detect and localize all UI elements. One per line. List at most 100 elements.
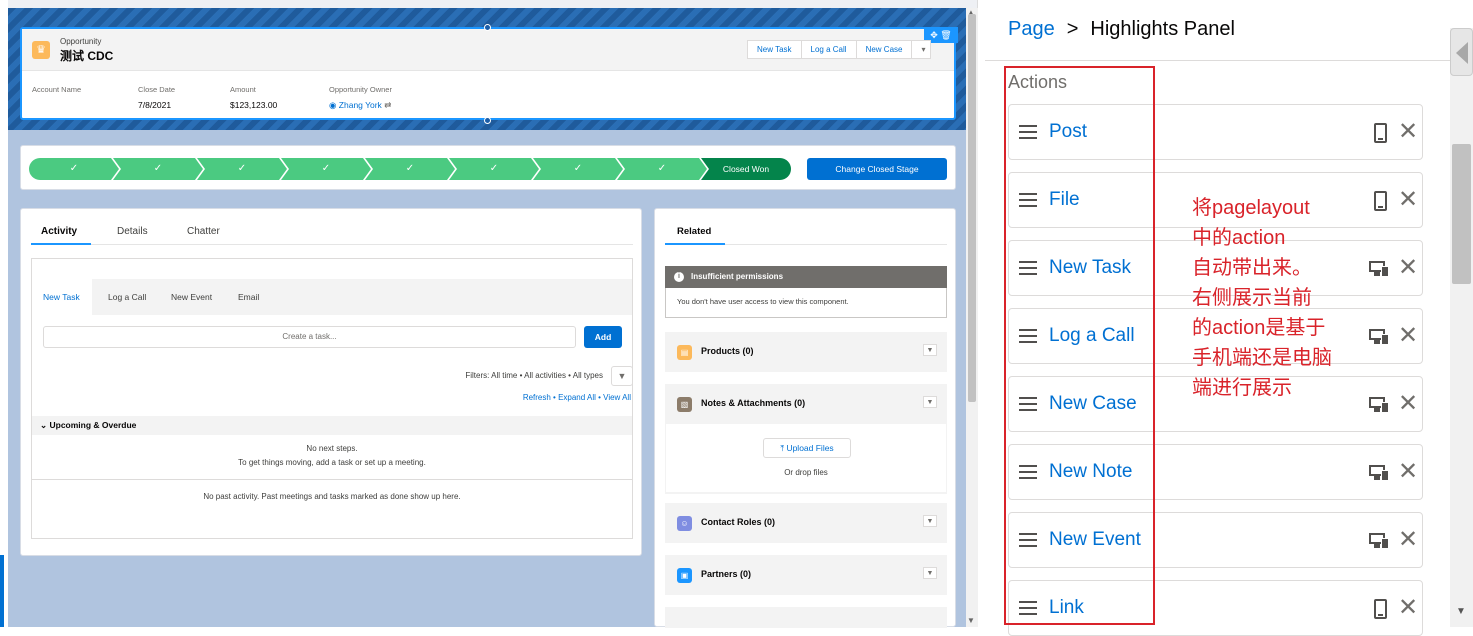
- file-drop-zone[interactable]: [666, 424, 946, 492]
- tab-related[interactable]: Related: [677, 226, 711, 237]
- subtab-email[interactable]: Email: [238, 292, 259, 302]
- info-icon: i: [674, 272, 684, 282]
- record-object-type: Opportunity: [60, 37, 102, 46]
- remove-icon[interactable]: ✕: [1398, 526, 1418, 554]
- highlights-panel-component[interactable]: ✥ 🗑 ♛ Opportunity 测试 CDC New Task Log a …: [20, 27, 958, 120]
- remove-icon[interactable]: ✕: [1398, 322, 1418, 350]
- subtab-new-event[interactable]: New Event: [171, 292, 212, 302]
- related-list-products[interactable]: ▤ Products (0) ▼: [665, 332, 947, 372]
- subtab-log-a-call[interactable]: Log a Call: [108, 292, 146, 302]
- path-step-complete[interactable]: ✓: [449, 158, 539, 180]
- change-closed-stage-button[interactable]: Change Closed Stage: [807, 158, 947, 180]
- upcoming-label: Upcoming & Overdue: [49, 420, 137, 430]
- path-step-complete[interactable]: ✓: [365, 158, 455, 180]
- log-a-call-button[interactable]: Log a Call: [801, 40, 857, 59]
- scroll-down-arrow[interactable]: ▼: [967, 616, 975, 625]
- add-task-button[interactable]: Add: [584, 326, 622, 348]
- left-strip-accent: [0, 555, 4, 627]
- remove-icon[interactable]: ✕: [1398, 118, 1418, 146]
- tab-details[interactable]: Details: [117, 226, 148, 237]
- owner-link[interactable]: ◉ Zhang York ⇄: [329, 100, 392, 111]
- desktop-and-phone-icon: [1369, 397, 1389, 413]
- products-icon: ▤: [677, 345, 692, 360]
- path-step-complete[interactable]: ✓: [281, 158, 371, 180]
- no-past-activity: No past activity. Past meetings and task…: [203, 492, 461, 501]
- partners-icon: ▣: [677, 568, 692, 583]
- more-actions-chevron-down-icon[interactable]: ▾: [912, 40, 932, 59]
- canvas-scrollbar[interactable]: ▲ ▼: [966, 8, 978, 627]
- divider: [32, 479, 632, 480]
- related-list-title: Products (0): [701, 346, 754, 356]
- related-list-title: Contact Roles (0): [701, 517, 776, 527]
- scrollbar-thumb[interactable]: [1452, 144, 1471, 284]
- insufficient-permissions-header: i Insufficient permissions: [665, 266, 947, 288]
- opportunity-crown-icon: ♛: [32, 41, 50, 59]
- breadcrumb: Page > Highlights Panel: [1008, 15, 1235, 43]
- new-case-button[interactable]: New Case: [856, 40, 913, 59]
- drop-files-hint: Or drop files: [784, 468, 828, 477]
- resize-handle-bottom[interactable]: [484, 117, 491, 124]
- desktop-and-phone-icon: [1369, 533, 1389, 549]
- contact-roles-icon: ☺: [677, 516, 692, 531]
- highlights-header: ♛ Opportunity 测试 CDC New Task Log a Call…: [22, 29, 954, 71]
- header-divider: [985, 60, 1451, 61]
- breadcrumb-page-link[interactable]: Page: [1008, 18, 1055, 40]
- path-step-complete[interactable]: ✓: [113, 158, 203, 180]
- desktop-and-phone-icon: [1369, 329, 1389, 345]
- field-close-date: Close Date 7/8/2021: [138, 85, 175, 110]
- related-list-contact-roles[interactable]: ☺ Contact Roles (0) ▼: [665, 503, 947, 543]
- subtab-new-task[interactable]: New Task: [43, 292, 80, 302]
- path-step-complete[interactable]: ✓: [29, 158, 119, 180]
- chevron-down-icon[interactable]: ▼: [923, 515, 937, 527]
- path-step-complete[interactable]: ✓: [197, 158, 287, 180]
- upload-files-button[interactable]: ⤒ Upload Files: [763, 438, 851, 458]
- desktop-and-phone-icon: [1369, 261, 1389, 277]
- field-value: $123,123.00: [230, 100, 278, 110]
- remove-icon[interactable]: ✕: [1398, 594, 1418, 622]
- related-list-partners[interactable]: ▣ Partners (0) ▼: [665, 555, 947, 595]
- phone-icon: [1374, 191, 1387, 211]
- builder-canvas: ✥ 🗑 ♛ Opportunity 测试 CDC New Task Log a …: [0, 0, 978, 628]
- left-strip: [0, 0, 8, 627]
- remove-icon[interactable]: ✕: [1398, 186, 1418, 214]
- path-step-complete[interactable]: ✓: [533, 158, 623, 180]
- collapse-panel-tab[interactable]: [1450, 28, 1473, 76]
- tab-chatter[interactable]: Chatter: [187, 226, 220, 237]
- activity-links[interactable]: Refresh • Expand All • View All: [523, 393, 632, 402]
- create-task-input[interactable]: Create a task...: [43, 326, 576, 348]
- path-component: ✓ ✓ ✓ ✓ ✓ ✓ ✓ ✓ Closed Won Change Closed…: [20, 145, 956, 190]
- field-label: Account Name: [32, 85, 82, 94]
- path-step-complete[interactable]: ✓: [617, 158, 707, 180]
- change-owner-icon[interactable]: ⇄: [384, 100, 391, 110]
- scroll-down-arrow[interactable]: ▼: [1456, 606, 1466, 617]
- field-label: Opportunity Owner: [329, 85, 392, 94]
- new-task-button[interactable]: New Task: [747, 40, 802, 59]
- upload-label: Upload Files: [786, 443, 834, 453]
- upcoming-overdue-section[interactable]: ⌄ Upcoming & Overdue: [32, 416, 632, 435]
- record-name: 测试 CDC: [60, 49, 114, 63]
- remove-icon[interactable]: ✕: [1398, 390, 1418, 418]
- desktop-and-phone-icon: [1369, 465, 1389, 481]
- remove-icon[interactable]: ✕: [1398, 458, 1418, 486]
- resize-handle-top[interactable]: [484, 24, 491, 31]
- annotation-highlight-box: [1004, 66, 1155, 625]
- filter-icon[interactable]: ▼: [611, 366, 633, 386]
- active-tab-indicator: [665, 243, 725, 245]
- path-step-current[interactable]: Closed Won: [701, 158, 791, 180]
- chevron-down-icon[interactable]: ▼: [923, 567, 937, 579]
- active-tab-indicator: [31, 243, 91, 245]
- related-component: Related i Insufficient permissions You d…: [654, 208, 956, 628]
- scrollbar-thumb[interactable]: [968, 14, 976, 402]
- error-message: You don't have user access to view this …: [665, 288, 947, 318]
- notes-icon: ▧: [677, 397, 692, 412]
- activity-filters: Filters: All time • All activities • All…: [465, 371, 603, 380]
- panel-scrollbar[interactable]: ▼: [1450, 28, 1473, 627]
- chevron-down-icon[interactable]: ▼: [923, 396, 937, 408]
- phone-icon: [1374, 599, 1387, 619]
- breadcrumb-separator: >: [1066, 18, 1079, 40]
- tab-activity[interactable]: Activity: [41, 226, 77, 237]
- chevron-down-icon[interactable]: ▼: [923, 344, 937, 356]
- tab-divider: [725, 244, 947, 245]
- composer-tabs: New Task Log a Call New Event Email: [32, 279, 632, 315]
- remove-icon[interactable]: ✕: [1398, 254, 1418, 282]
